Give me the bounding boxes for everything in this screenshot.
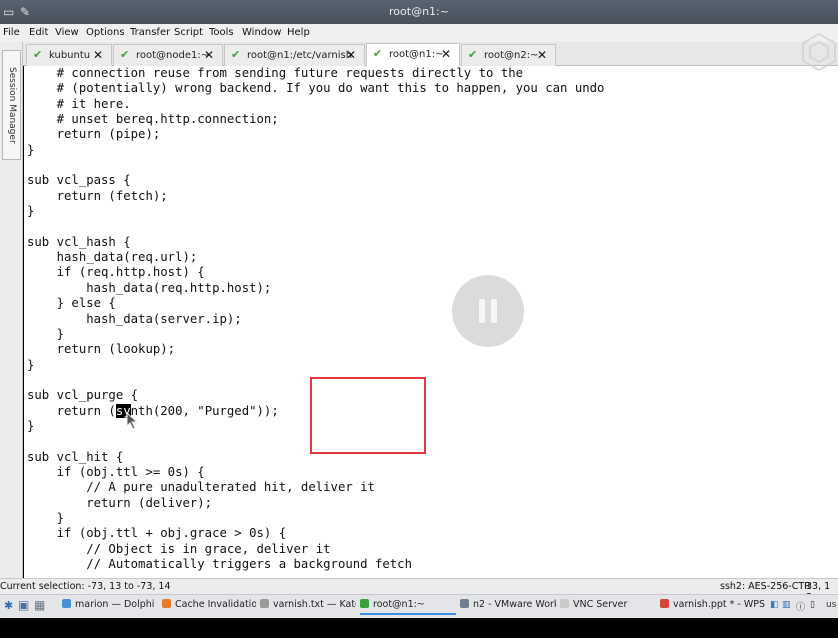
audio-icon[interactable]: ◧ xyxy=(770,600,779,610)
task-app-icon xyxy=(360,599,369,608)
tab-root-n1-etc-varnish[interactable]: ✔ root@n1:/etc/varnish ✕ xyxy=(224,44,365,66)
terminal-line: if (obj.ttl >= 0s) { xyxy=(27,464,205,479)
terminal-line: # unset bereq.http.connection; xyxy=(27,112,279,127)
terminal-line: return (deliver); xyxy=(27,495,213,510)
menu-view[interactable]: View xyxy=(55,27,79,38)
taskbar-task[interactable]: Cache Invalidation xyxy=(162,599,256,615)
tab-root-n2[interactable]: ✔ root@n2:~ ✕ xyxy=(461,44,556,66)
terminal-line: sub vcl_pass { xyxy=(27,173,131,188)
terminal-line: hash_data(req.url); xyxy=(27,250,198,265)
task-app-icon xyxy=(260,599,269,608)
menu-window[interactable]: Window xyxy=(242,27,281,38)
taskbar-task[interactable]: n2 - VMware Workstation xyxy=(460,599,556,615)
keyboard-layout[interactable]: us xyxy=(826,600,836,610)
screen-bottom-border xyxy=(0,618,838,638)
terminal-line: # it here. xyxy=(27,96,131,111)
task-app-icon xyxy=(460,599,469,608)
connected-check-icon: ✔ xyxy=(373,47,383,60)
terminal-line: # (potentially) wrong backend. If you do… xyxy=(27,81,605,96)
menu-help[interactable]: Help xyxy=(287,27,310,38)
network-icon[interactable]: ▥ xyxy=(782,600,791,610)
tab-kubuntu[interactable]: ✔ kubuntu ✕ xyxy=(26,44,112,66)
terminal-line: } xyxy=(27,142,35,157)
connected-check-icon: ✔ xyxy=(468,48,478,61)
close-tab-icon[interactable]: ✕ xyxy=(93,48,103,62)
connected-check-icon: ✔ xyxy=(33,48,43,61)
task-label: varnish.txt — Kate xyxy=(273,599,356,610)
terminal-line: // Automatically triggers a background f… xyxy=(27,557,412,571)
terminal-line: } xyxy=(27,204,35,219)
menu-tools[interactable]: Tools xyxy=(209,27,234,38)
taskbar: ✱ ▣ ▦ marion — Dolphin Cache Invalidation… xyxy=(0,594,838,618)
highlight-box xyxy=(310,377,426,454)
task-label: n2 - VMware Workstation xyxy=(473,599,556,610)
menu-bar: File Edit View Options Transfer Script T… xyxy=(0,24,838,42)
task-app-icon xyxy=(162,599,171,608)
info-icon[interactable]: ⓘ xyxy=(796,600,805,613)
task-app-icon xyxy=(660,599,669,608)
pause-overlay-icon[interactable] xyxy=(452,275,524,347)
terminal-line: } xyxy=(27,357,35,372)
terminal-line: if (req.http.host) { xyxy=(27,265,205,280)
close-tab-icon[interactable]: ✕ xyxy=(537,48,547,62)
connected-check-icon: ✔ xyxy=(120,48,130,61)
menu-options[interactable]: Options xyxy=(86,27,125,38)
terminal-line: return (pipe); xyxy=(27,127,161,142)
taskbar-task[interactable]: VNC Server xyxy=(560,599,656,615)
clipboard-icon[interactable]: ▯ xyxy=(810,600,815,610)
close-tab-icon[interactable]: ✕ xyxy=(441,47,451,61)
task-label: varnish.ppt * - WPS xyxy=(673,599,766,610)
session-manager-panel: Session Manager xyxy=(0,42,23,578)
app-launcher-icon[interactable]: ✱ xyxy=(4,599,13,612)
close-tab-icon[interactable]: ✕ xyxy=(204,48,214,62)
pager-icon[interactable]: ▦ xyxy=(34,598,45,612)
terminal-line: if (obj.ttl + obj.grace > 0s) { xyxy=(27,526,287,541)
desktop-icon[interactable]: ▣ xyxy=(18,598,29,612)
terminal-line: return (fetch); xyxy=(27,188,168,203)
taskbar-task[interactable]: marion — Dolphin xyxy=(62,599,154,615)
session-manager-toggle[interactable]: Session Manager xyxy=(2,50,21,160)
taskbar-task[interactable]: varnish.ppt * - WPS xyxy=(660,599,770,615)
connected-check-icon: ✔ xyxy=(231,48,241,61)
menu-file[interactable]: File xyxy=(3,27,20,38)
task-app-icon xyxy=(560,599,569,608)
menu-edit[interactable]: Edit xyxy=(29,27,48,38)
terminal-line: sub vcl_hash { xyxy=(27,234,131,249)
session-tab-bar: ✔ kubuntu ✕ ✔ root@node1:~ ✕ ✔ root@n1:/… xyxy=(0,42,838,67)
menu-script[interactable]: Script xyxy=(174,27,203,38)
menu-transfer[interactable]: Transfer xyxy=(130,27,170,38)
tab-root-node1[interactable]: ✔ root@node1:~ ✕ xyxy=(113,44,223,66)
tab-root-n1[interactable]: ✔ root@n1:~ ✕ xyxy=(366,43,460,67)
cube-logo-icon xyxy=(802,32,836,72)
task-label: root@n1:~ xyxy=(373,599,425,610)
taskbar-task[interactable]: root@n1:~ xyxy=(360,599,456,615)
task-label: VNC Server xyxy=(573,599,628,610)
task-label: marion — Dolphin xyxy=(75,599,154,610)
terminal-line: # connection reuse from sending future r… xyxy=(27,66,524,80)
taskbar-task[interactable]: varnish.txt — Kate xyxy=(260,599,356,615)
task-label: Cache Invalidation xyxy=(175,599,256,610)
current-selection-text: Current selection: -73, 13 to -73, 14 xyxy=(0,581,171,592)
terminal-line: // A pure unadulterated hit, deliver it xyxy=(27,480,375,495)
terminal-line: // Object is in grace, deliver it xyxy=(27,541,331,556)
close-tab-icon[interactable]: ✕ xyxy=(346,48,356,62)
terminal-line: return (lookup); xyxy=(27,342,176,357)
window-titlebar: ▭ ✎ root@n1:~ xyxy=(0,0,838,24)
task-app-icon xyxy=(62,599,71,608)
terminal-line: } xyxy=(27,510,65,525)
terminal-view[interactable]: # connection reuse from sending future r… xyxy=(24,66,838,578)
cipher-text: ssh2: AES-256-CTR xyxy=(720,581,811,592)
window-title: root@n1:~ xyxy=(389,5,449,18)
status-bar: Current selection: -73, 13 to -73, 14 ss… xyxy=(0,578,838,603)
